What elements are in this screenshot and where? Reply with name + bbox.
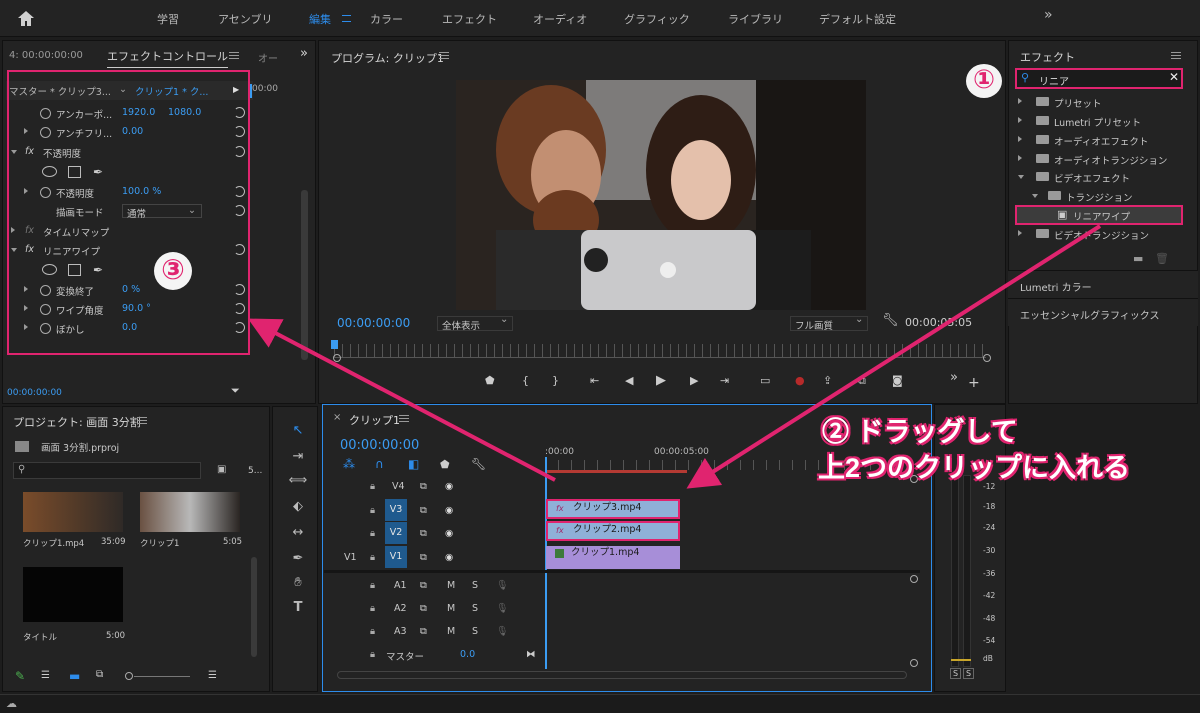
annotation-line-2: 上2つのクリップに入れる xyxy=(818,453,1131,483)
arrow-to-effect-controls xyxy=(247,318,556,482)
annotation-instruction: ② ドラッグして 上2つのクリップに入れる xyxy=(804,410,1200,485)
annotation-arrows xyxy=(247,224,1102,489)
annotation-line-1: ② ドラッグして xyxy=(822,417,1018,447)
